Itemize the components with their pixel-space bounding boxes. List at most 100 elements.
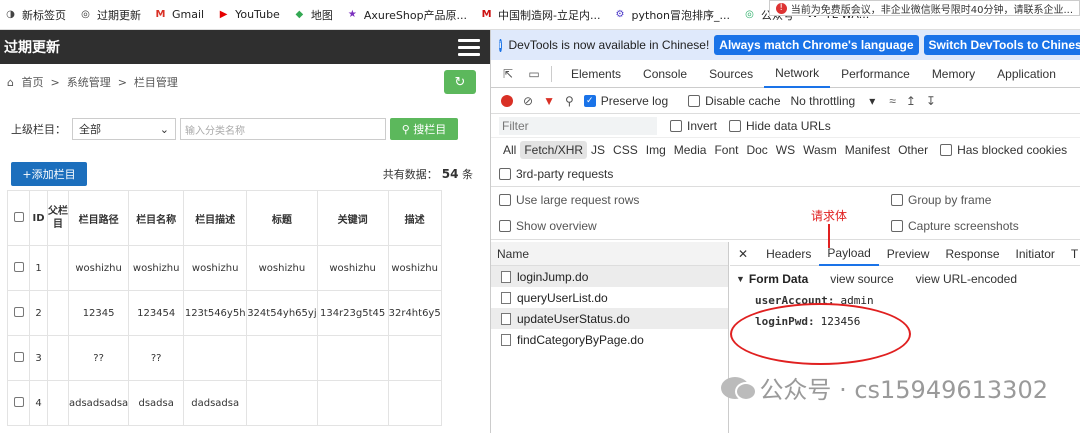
search-icon[interactable]: ⚲	[565, 94, 574, 108]
detail-tab-preview[interactable]: Preview	[879, 242, 938, 266]
table-row[interactable]: 3????	[7, 335, 442, 381]
type-filter-doc[interactable]: Doc	[742, 141, 771, 159]
blocked-cookies-checkbox[interactable]	[940, 144, 953, 156]
type-filter-img[interactable]: Img	[642, 141, 670, 159]
preserve-log-label: Preserve log	[600, 93, 669, 108]
bookmark-label: 新标签页	[22, 8, 66, 22]
expand-triangle-icon[interactable]: ▼	[736, 274, 745, 284]
filter-input[interactable]: Filter	[499, 116, 657, 135]
table-row[interactable]: 1 woshizhu woshizhu woshizhu woshizhu woshizh…	[7, 245, 442, 291]
row-checkbox[interactable]	[13, 306, 24, 317]
disable-cache-checkbox[interactable]	[688, 94, 701, 107]
tab-sources[interactable]: Sources	[698, 60, 764, 88]
detail-tab-initiator[interactable]: Initiator	[1008, 242, 1063, 266]
search-column-button[interactable]: ⚲ 搜栏目	[390, 118, 458, 140]
parent-column-select[interactable]: 全部 ⌄	[72, 118, 176, 140]
match-language-button[interactable]: Always match Chrome's language	[714, 35, 919, 55]
screenshots-checkbox[interactable]	[891, 220, 903, 232]
bookmark-item[interactable]: M 中国制造网-立足内...	[480, 7, 601, 23]
type-filter-all[interactable]: All	[499, 141, 520, 159]
clear-icon[interactable]: ⊘	[523, 94, 533, 108]
preserve-log-checkbox[interactable]: ✓	[583, 94, 596, 107]
tab-network[interactable]: Network	[764, 60, 831, 88]
hide-data-urls-checkbox[interactable]	[729, 119, 742, 132]
breadcrumb-home[interactable]: 首页	[21, 76, 43, 89]
bookmark-item[interactable]: M Gmail	[154, 8, 205, 21]
group-frame-checkbox[interactable]	[891, 194, 903, 206]
cell-desc: dadsadsa	[183, 380, 248, 426]
import-icon[interactable]: ↥	[906, 94, 916, 108]
cell-path: adsadsadsa	[67, 380, 130, 426]
type-filter-fetch-xhr[interactable]: Fetch/XHR	[520, 141, 588, 159]
bookmark-item[interactable]: ◎ 过期更新	[79, 7, 141, 23]
close-icon[interactable]: ✕	[738, 247, 748, 261]
made-in-china-icon: M	[481, 9, 492, 20]
third-party-checkbox[interactable]	[499, 168, 511, 180]
screenshots-row: Capture screenshots	[883, 213, 1080, 239]
type-filter-css[interactable]: CSS	[609, 141, 642, 159]
device-toggle-icon[interactable]: ▭	[525, 66, 543, 82]
language-banner: i DevTools is now available in Chinese! …	[491, 30, 1080, 60]
globe-icon: ◎	[81, 9, 90, 20]
row-checkbox[interactable]	[13, 351, 24, 362]
inspect-icon[interactable]: ⇱	[499, 66, 517, 82]
detail-tab-t[interactable]: T	[1063, 242, 1080, 266]
type-filter-manifest[interactable]: Manifest	[841, 141, 894, 159]
request-name: queryUserList.do	[517, 290, 608, 305]
view-source-link[interactable]: view source	[830, 272, 893, 286]
throttling-select[interactable]: No throttling	[791, 94, 856, 108]
select-all-checkbox[interactable]	[13, 211, 24, 222]
col-header: 栏目路径	[67, 190, 130, 246]
detail-tab-headers[interactable]: Headers	[758, 242, 819, 266]
export-icon[interactable]: ↧	[926, 94, 936, 108]
network-conditions-icon[interactable]: ≈	[889, 94, 896, 108]
type-filter-other[interactable]: Other	[894, 141, 932, 159]
request-item[interactable]: queryUserList.do	[491, 287, 728, 308]
view-url-encoded-link[interactable]: view URL-encoded	[916, 272, 1017, 286]
hide-data-urls-label: Hide data URLs	[746, 118, 831, 133]
request-item[interactable]: findCategoryByPage.do	[491, 329, 728, 350]
cell-keywords: woshizhu	[316, 245, 389, 291]
bookmark-item[interactable]: ◑ 新标签页	[4, 7, 66, 23]
type-filter-font[interactable]: Font	[710, 141, 742, 159]
col-header: 关键词	[316, 190, 389, 246]
request-item[interactable]: loginJump.do	[491, 266, 728, 287]
refresh-button[interactable]: ↻	[444, 70, 476, 94]
detail-tab-response[interactable]: Response	[937, 242, 1007, 266]
type-filter-js[interactable]: JS	[587, 141, 609, 159]
bookmark-item[interactable]: ◆ 地图	[293, 7, 332, 23]
overview-checkbox[interactable]	[499, 220, 511, 232]
large-rows-checkbox[interactable]	[499, 194, 511, 206]
breadcrumb-system[interactable]: 系统管理	[67, 76, 111, 89]
table-row[interactable]: 2 12345 123454 123t546y5h 324t54yh65yj 134r23…	[7, 290, 442, 336]
type-filter-media[interactable]: Media	[670, 141, 711, 159]
name-column-header[interactable]: Name	[491, 242, 728, 266]
type-filter-ws[interactable]: WS	[772, 141, 799, 159]
cell-description	[387, 335, 442, 381]
bookmark-item[interactable]: ▶ YouTube	[217, 8, 280, 21]
invert-checkbox[interactable]	[670, 119, 682, 132]
type-filter-wasm[interactable]: Wasm	[799, 141, 841, 159]
row-checkbox[interactable]	[13, 396, 24, 407]
filter-icon[interactable]: ▼	[543, 94, 555, 108]
record-icon[interactable]	[501, 94, 513, 107]
request-item[interactable]: updateUserStatus.do	[491, 308, 728, 329]
watermark: 公众号 · cs15949613302	[721, 370, 1048, 405]
table-row[interactable]: 4 adsadsadsa dsadsa dadsadsa	[7, 380, 442, 426]
filter-bar: Filter Invert Hide data URLs	[491, 114, 1080, 138]
cell-title	[246, 380, 318, 426]
tab-memory[interactable]: Memory	[921, 60, 986, 88]
tab-performance[interactable]: Performance	[830, 60, 921, 88]
bookmark-item[interactable]: ★ AxureShop产品原...	[346, 7, 467, 23]
chevron-down-icon[interactable]: ▾	[869, 94, 875, 108]
menu-icon[interactable]	[458, 38, 480, 56]
bookmark-item[interactable]: ⚙ python冒泡排序_...	[614, 7, 730, 23]
add-column-button[interactable]: + 添加栏目	[11, 162, 87, 186]
category-search-input[interactable]: 输入分类名称	[180, 118, 386, 140]
wechat-icon: ◎	[745, 9, 754, 20]
row-checkbox[interactable]	[13, 261, 24, 272]
tab-application[interactable]: Application	[986, 60, 1067, 88]
tab-console[interactable]: Console	[632, 60, 698, 88]
switch-chinese-button[interactable]: Switch DevTools to Chinese	[923, 35, 1080, 55]
tab-elements[interactable]: Elements	[560, 60, 632, 88]
